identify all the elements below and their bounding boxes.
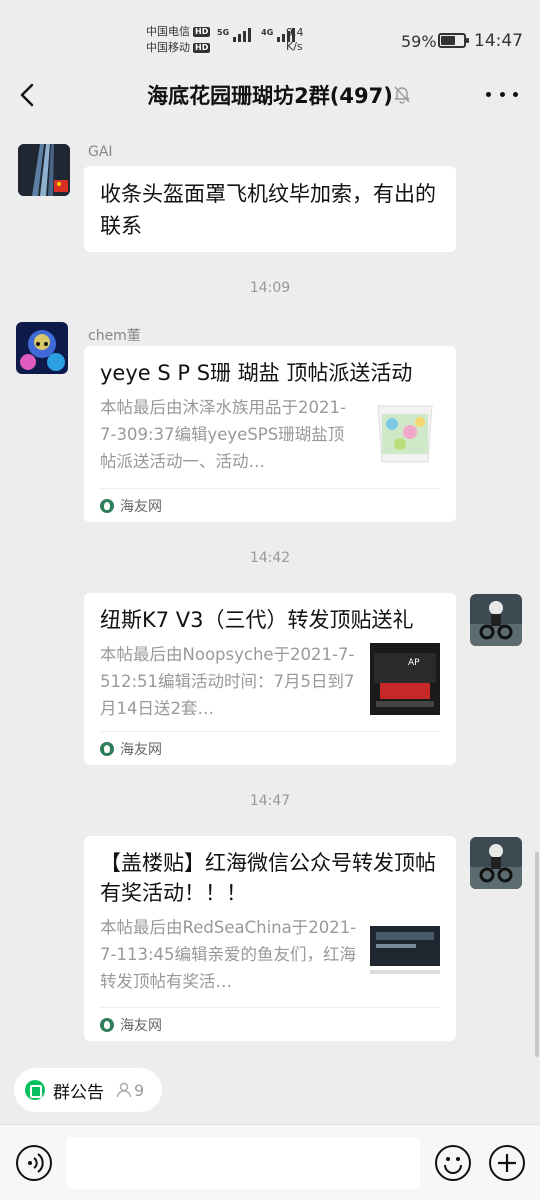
chat-header: 海底花园珊瑚坊2群(497) [0, 68, 540, 124]
sender-name: GAI [88, 144, 113, 160]
avatar[interactable] [470, 594, 522, 646]
hd-badge: HD [193, 43, 211, 53]
net-type-1: 5G [217, 28, 230, 37]
card-description: 本帖最后由Noopsyche于2021-7-512:51编辑活动时间：7月5日到… [100, 645, 355, 718]
smiley-icon [444, 1157, 462, 1174]
source-name: 海友网 [120, 741, 162, 758]
battery-icon [438, 33, 469, 48]
sender-name: chem董 [88, 328, 141, 344]
mute-bell-icon [392, 84, 412, 104]
svg-text:AP: AP [408, 658, 420, 668]
source-logo-icon [100, 498, 114, 513]
member-icon [116, 1082, 132, 1098]
avatar[interactable] [470, 837, 522, 889]
message-bubble[interactable]: 收条头盔面罩飞机纹毕加索，有出的联系 [84, 166, 456, 252]
card-body: 本帖最后由RedSeaChina于2021-7-113:45编辑亲爱的鱼友们，红… [84, 908, 456, 995]
message-text: 收条头盔面罩飞机纹毕加索，有出的联系 [100, 182, 436, 238]
dot-icon [499, 91, 505, 97]
card-thumbnail: AP [370, 643, 440, 715]
voice-button[interactable] [16, 1145, 52, 1181]
more-options-button[interactable] [486, 82, 518, 106]
notice-label: 群公告 [53, 1082, 104, 1103]
hd-badge: HD [193, 27, 211, 37]
member-count: 9 [134, 1080, 145, 1100]
signal-icons: 5G 4G [217, 28, 296, 42]
dot-icon [486, 91, 491, 97]
battery-percent: 59% [401, 32, 437, 51]
card-body: 本帖最后由沐泽水族用品于2021-7-309:37编辑yeyeSPS珊瑚盐顶帖派… [84, 388, 456, 475]
source-logo-icon [100, 1017, 114, 1032]
source-name: 海友网 [120, 1017, 162, 1034]
net-type-2: 4G [261, 28, 274, 37]
carrier-2: 中国移动 [146, 41, 190, 54]
scrollbar[interactable] [535, 852, 539, 1057]
card-source: 海友网 [100, 1007, 440, 1041]
card-body: 本帖最后由Noopsyche于2021-7-512:51编辑活动时间：7月5日到… [84, 635, 456, 722]
card-source: 海友网 [100, 488, 440, 522]
plus-icon [498, 1154, 516, 1172]
card-description: 本帖最后由RedSeaChina于2021-7-113:45编辑亲爱的鱼友们，红… [100, 918, 357, 991]
title-wrap: 海底花园珊瑚坊2群(497) [0, 80, 540, 110]
status-bar: 中国电信 HD 中国移动 HD 5G 4G 9.4 K/s 59% 14:47 [0, 0, 540, 78]
source-logo-icon [100, 741, 114, 756]
speed-unit: K/s [286, 40, 303, 53]
card-description: 本帖最后由沐泽水族用品于2021-7-309:37编辑yeyeSPS珊瑚盐顶帖派… [100, 398, 346, 471]
source-name: 海友网 [120, 498, 162, 515]
network-speed: 9.4 K/s [286, 26, 304, 54]
carrier-info: 中国电信 HD 中国移动 HD [146, 24, 211, 56]
message-input[interactable] [66, 1137, 420, 1189]
status-time: 14:47 [474, 31, 523, 51]
link-card[interactable]: yeye S P S珊 瑚盐 顶帖派送活动 本帖最后由沐泽水族用品于2021-7… [84, 346, 456, 522]
timestamp: 14:42 [249, 550, 291, 566]
input-bar [0, 1124, 540, 1200]
carrier-1: 中国电信 [146, 25, 190, 38]
card-thumbnail [370, 916, 440, 988]
voice-icon [28, 1153, 44, 1173]
card-source: 海友网 [100, 731, 440, 765]
speed-value: 9.4 [286, 26, 304, 39]
card-title: yeye S P S珊 瑚盐 顶帖派送活动 [100, 361, 413, 385]
group-notice-button[interactable]: 群公告 9 [14, 1068, 162, 1112]
timestamp: 14:09 [249, 280, 291, 296]
card-thumbnail [370, 396, 440, 468]
link-card[interactable]: 纽斯K7 V3（三代）转发顶贴送礼 本帖最后由Noopsyche于2021-7-… [84, 593, 456, 765]
avatar[interactable] [18, 144, 70, 196]
card-title: 纽斯K7 V3（三代）转发顶贴送礼 [100, 608, 414, 632]
emoji-button[interactable] [435, 1145, 471, 1181]
timestamp: 14:47 [249, 793, 291, 809]
notice-icon [25, 1080, 45, 1100]
avatar[interactable] [16, 322, 68, 374]
chat-title: 海底花园珊瑚坊2群(497) [147, 84, 393, 108]
more-functions-button[interactable] [489, 1145, 525, 1181]
dot-icon [513, 91, 518, 97]
signal-5g-icon: 5G [217, 28, 252, 42]
link-card[interactable]: 【盖楼贴】红海微信公众号转发顶帖有奖活动！！！ 本帖最后由RedSeaChina… [84, 836, 456, 1041]
card-title: 【盖楼贴】红海微信公众号转发顶帖有奖活动！！！ [100, 851, 436, 905]
